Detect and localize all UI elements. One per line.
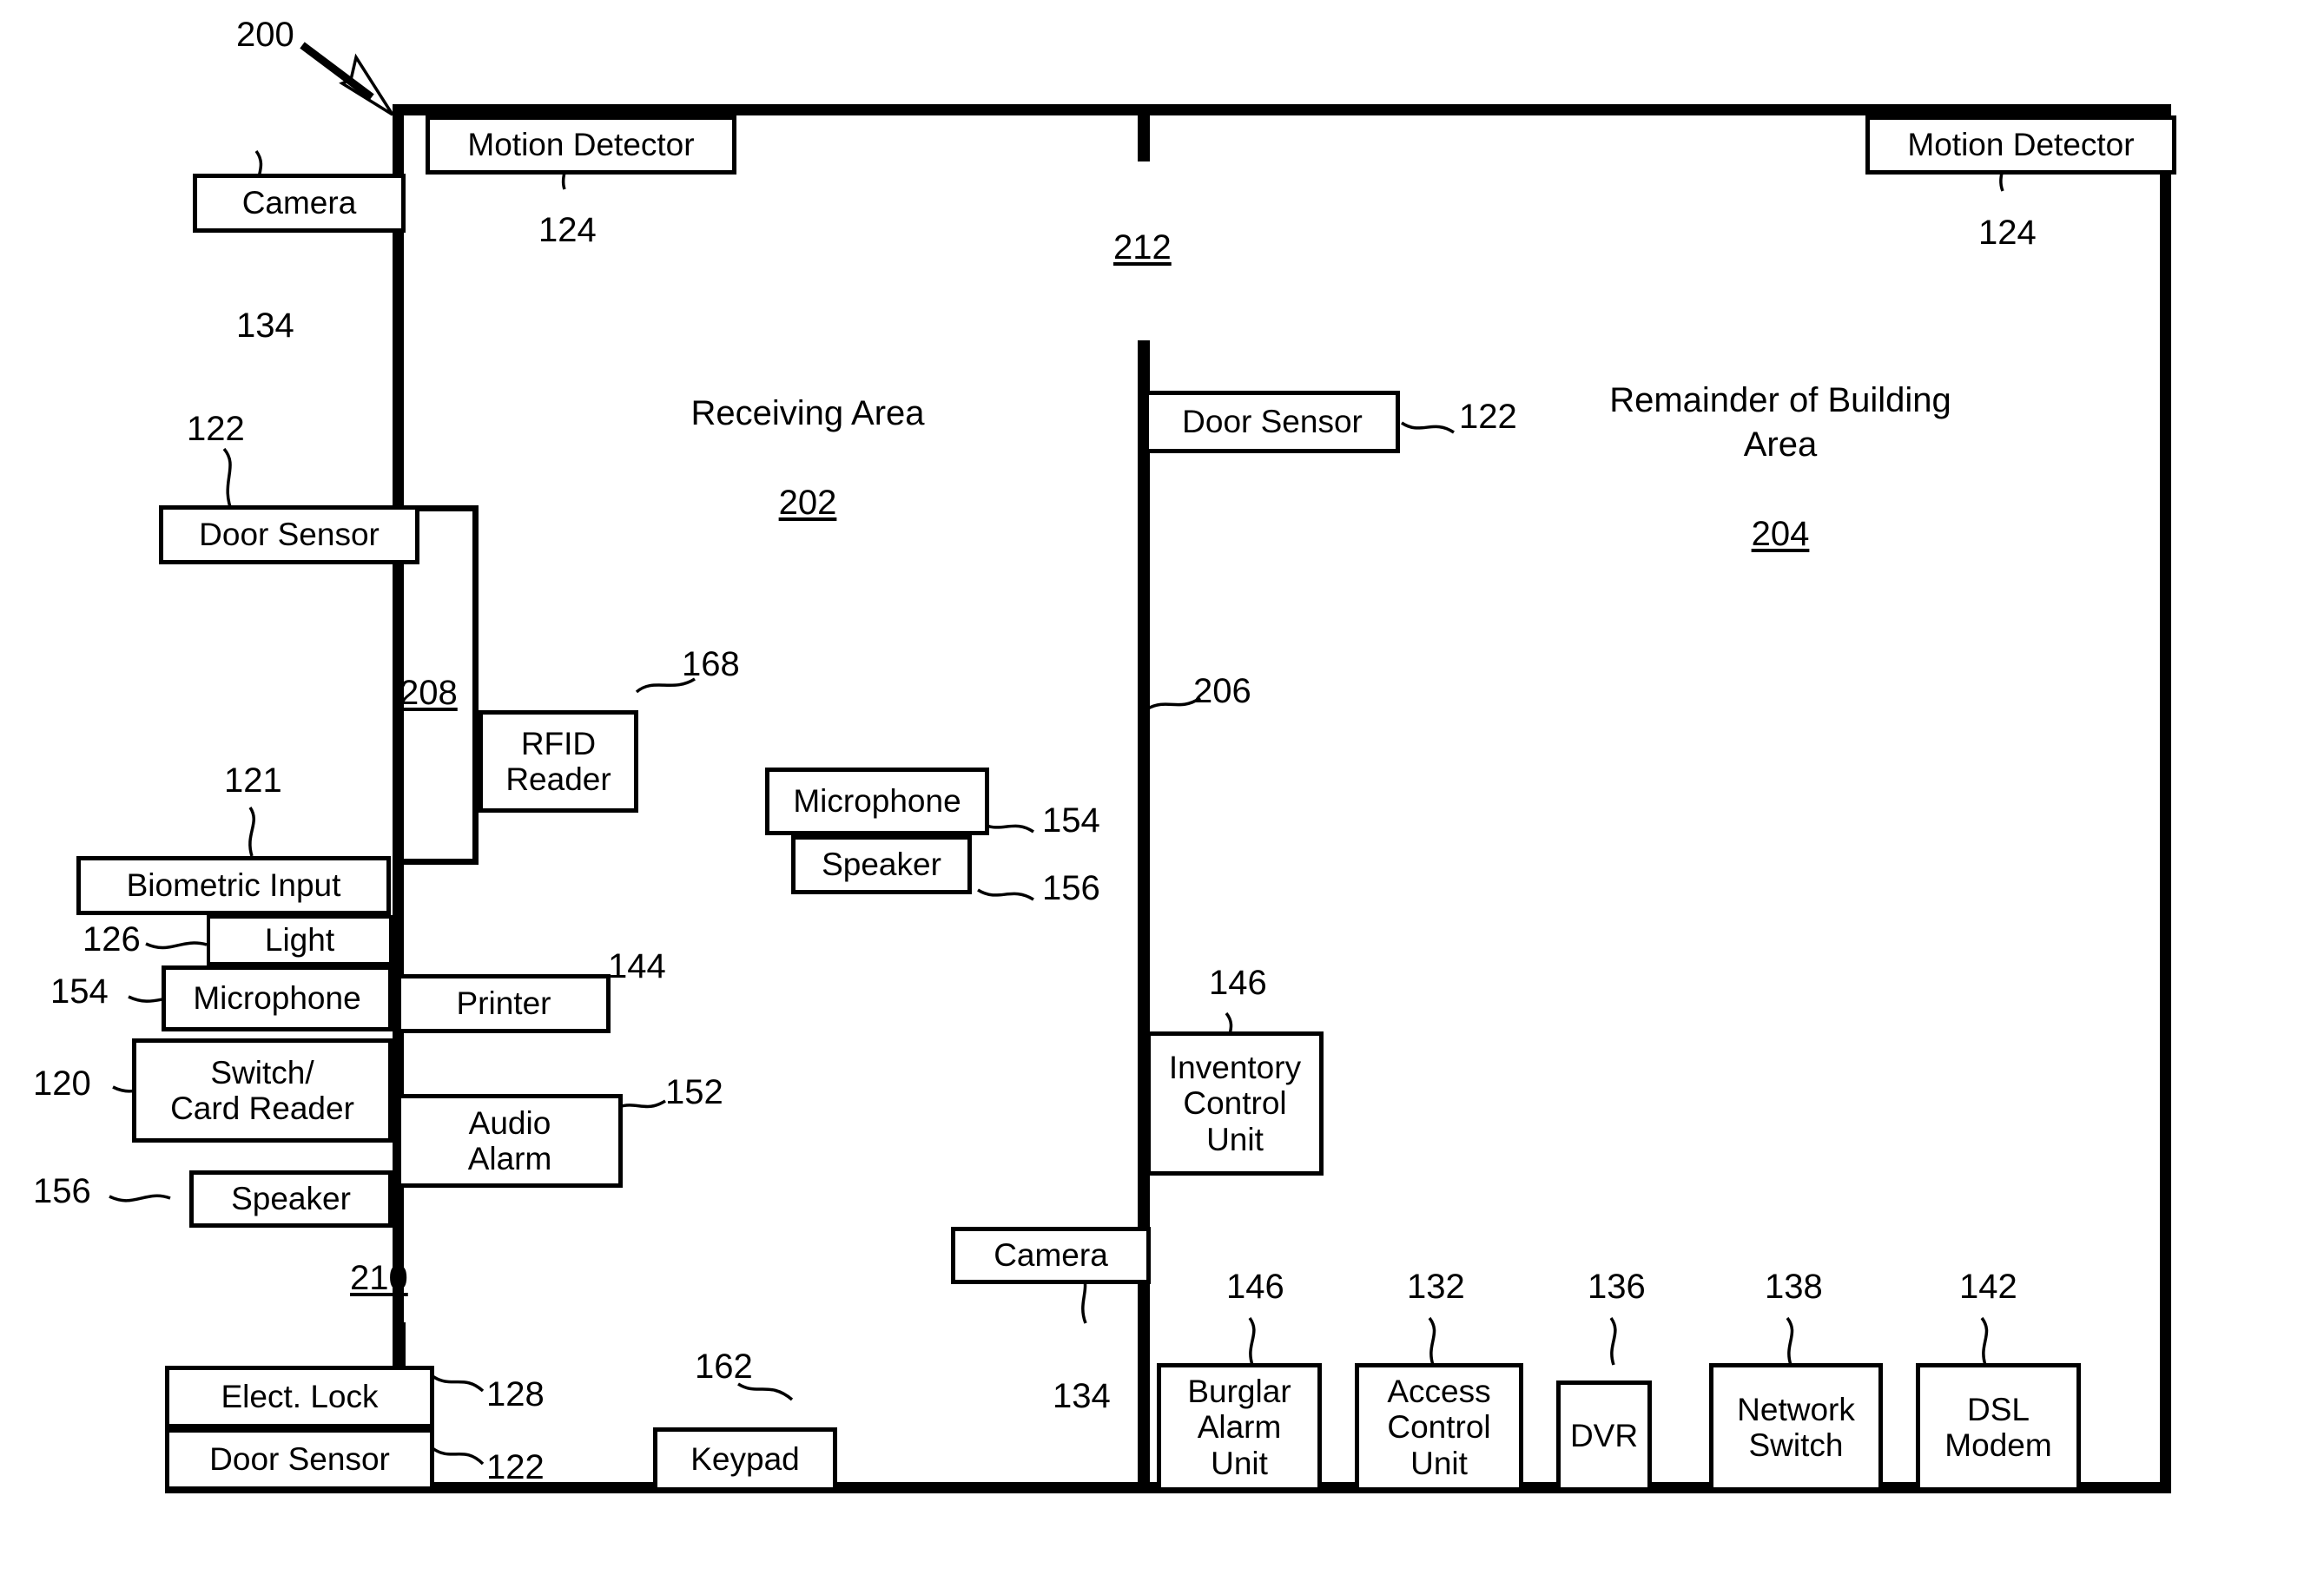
ref-124-right: 124 [1978,214,2037,252]
ref-144: 144 [608,947,666,985]
ref-128: 128 [486,1375,545,1413]
leader-122-left [222,447,234,515]
leader-142 [1980,1316,1989,1366]
camera-bottom-box[interactable]: Camera [951,1227,1151,1284]
leader-136 [1609,1316,1617,1366]
microphone-center-box[interactable]: Microphone [765,768,989,835]
leader-121 [248,807,255,857]
ref-210: 210 [350,1259,408,1297]
keypad-box[interactable]: Keypad [653,1427,837,1492]
ref-168: 168 [682,645,740,683]
motion-detector-right-box[interactable]: Motion Detector [1865,115,2176,175]
motion-detector-left-box[interactable]: Motion Detector [426,115,736,175]
ref-121: 121 [224,761,282,800]
door-208-leaf-right [472,505,479,865]
leader-128 [432,1374,485,1393]
leader-146-burglar [1248,1316,1256,1366]
receiving-area-caption: Receiving Area 202 [669,347,947,525]
door-208-leaf-bottom [404,859,479,865]
leader-122-bottom [431,1446,485,1466]
ref-208: 208 [399,674,458,712]
audio-alarm-box[interactable]: Audio Alarm [397,1094,623,1188]
ref-206: 206 [1193,672,1251,710]
door-sensor-center-box[interactable]: Door Sensor [1145,391,1400,453]
ref-124-left: 124 [538,211,597,249]
interior-wall-206 [1138,340,1150,1490]
microphone-left-box[interactable]: Microphone [162,965,393,1031]
switch-card-reader-box[interactable]: Switch/ Card Reader [132,1038,393,1143]
ref-154-center: 154 [1042,801,1100,840]
dvr-box[interactable]: DVR [1556,1380,1652,1492]
interior-wall-206-upper-stub [1138,104,1150,161]
ref-146-burglar: 146 [1226,1268,1284,1306]
ref-122-center: 122 [1459,398,1517,436]
ref-200: 200 [236,16,294,54]
speaker-left-box[interactable]: Speaker [189,1170,393,1228]
biometric-input-box[interactable]: Biometric Input [76,856,391,915]
ref-126: 126 [83,920,141,959]
door-sensor-left-box[interactable]: Door Sensor [159,505,419,564]
camera-top-left-box[interactable]: Camera [193,174,406,233]
speaker-center-box[interactable]: Speaker [791,835,972,894]
door-210-jamb [395,1322,406,1367]
ref-134-bottom: 134 [1053,1377,1111,1415]
ref-122-bottom: 122 [486,1448,545,1486]
leader-132 [1428,1316,1436,1366]
door-sensor-bottom-left-box[interactable]: Door Sensor [165,1428,434,1491]
patent-figure-canvas: Motion Detector Camera Door Sensor RFID … [0,0,2324,1588]
ref-136: 136 [1588,1268,1646,1306]
ref-122-left: 122 [187,410,245,448]
printer-box[interactable]: Printer [397,974,611,1033]
ref-134-top: 134 [236,306,294,345]
ref-152: 152 [665,1073,723,1111]
figure-200-arrow [300,42,394,116]
burglar-alarm-unit-box[interactable]: Burglar Alarm Unit [1157,1363,1322,1492]
access-control-unit-box[interactable]: Access Control Unit [1355,1363,1523,1492]
ref-156-left: 156 [33,1172,91,1210]
ref-212: 212 [1113,228,1172,267]
ref-162: 162 [695,1347,753,1386]
receiving-area-number: 202 [778,483,837,522]
inventory-control-unit-box[interactable]: Inventory Control Unit [1146,1031,1324,1176]
leader-206 [1147,696,1201,710]
rfid-reader-box[interactable]: RFID Reader [479,710,638,813]
remainder-building-area-caption: Remainder of Building Area 204 [1537,334,2024,557]
ref-156-center: 156 [1042,869,1100,907]
ref-138: 138 [1765,1268,1823,1306]
exterior-wall-right [2160,104,2171,1493]
leader-156-center [977,888,1034,901]
leader-138 [1786,1316,1794,1366]
leader-156-left [109,1194,171,1203]
light-box[interactable]: Light [207,915,393,965]
exterior-wall-top-right [1157,104,2171,115]
remainder-building-area-number: 204 [1751,514,1810,553]
dsl-modem-box[interactable]: DSL Modem [1916,1363,2081,1492]
network-switch-box[interactable]: Network Switch [1709,1363,1883,1492]
leader-152 [617,1099,666,1109]
ref-146-inventory: 146 [1209,964,1267,1002]
elect-lock-box[interactable]: Elect. Lock [165,1366,434,1428]
leader-162 [737,1382,794,1401]
remainder-building-area-name: Remainder of Building Area [1609,381,1951,465]
ref-154-left: 154 [50,972,109,1011]
ref-142: 142 [1959,1268,2017,1306]
receiving-area-name: Receiving Area [690,394,925,433]
ref-132: 132 [1407,1268,1465,1306]
leader-126 [145,941,208,950]
exterior-wall-top-left [393,104,1157,115]
ref-120: 120 [33,1064,91,1103]
leader-122-center [1401,421,1455,434]
